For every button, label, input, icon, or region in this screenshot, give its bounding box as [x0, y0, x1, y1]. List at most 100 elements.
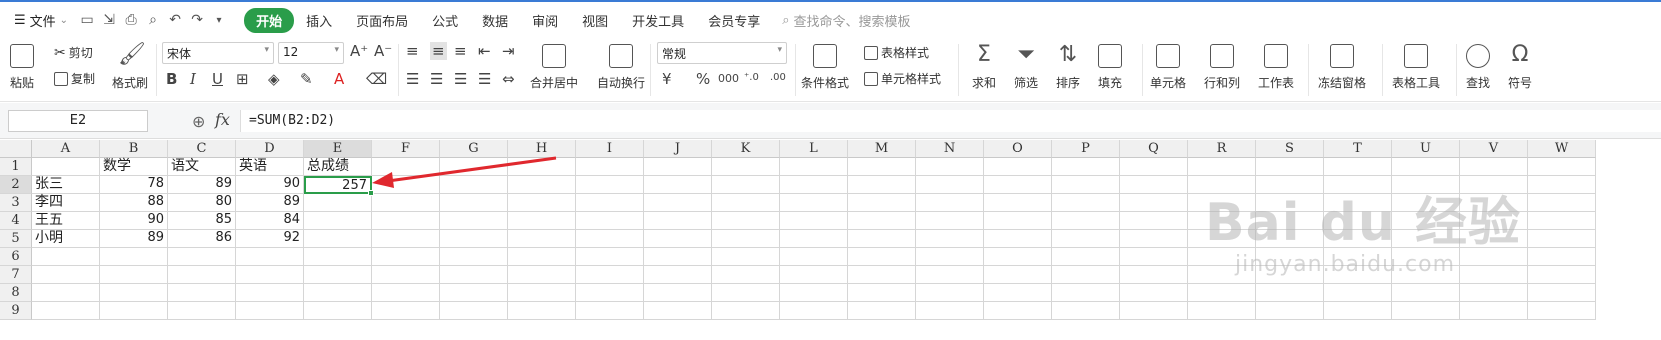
distribute-icon[interactable]: ⇔ [502, 70, 515, 88]
cell-n6[interactable] [916, 248, 984, 266]
cell-o9[interactable] [984, 302, 1052, 320]
cell-o5[interactable] [984, 230, 1052, 248]
sum-button[interactable]: Σ 求和 [972, 38, 996, 91]
cell-e8[interactable] [304, 284, 372, 302]
cell-a3[interactable]: 李四 [32, 194, 100, 212]
name-box[interactable]: E2 [8, 110, 148, 132]
table-tools-button[interactable]: 表格工具 [1392, 38, 1440, 91]
sort-button[interactable]: ⇅ 排序 [1056, 38, 1080, 91]
tab-insert[interactable]: 插入 [294, 11, 344, 30]
cell-p2[interactable] [1052, 176, 1120, 194]
cell-i1[interactable] [576, 158, 644, 176]
cell-q1[interactable] [1120, 158, 1188, 176]
cell-g9[interactable] [440, 302, 508, 320]
cell-w8[interactable] [1528, 284, 1596, 302]
cell-m8[interactable] [848, 284, 916, 302]
print-icon[interactable]: ⎙ [120, 9, 142, 31]
cell-g4[interactable] [440, 212, 508, 230]
save-icon[interactable]: ▭ [76, 9, 98, 31]
cell-w2[interactable] [1528, 176, 1596, 194]
column-header-t[interactable]: T [1324, 140, 1392, 158]
cell-h5[interactable] [508, 230, 576, 248]
cell-i5[interactable] [576, 230, 644, 248]
cell-h3[interactable] [508, 194, 576, 212]
cell-b8[interactable] [100, 284, 168, 302]
column-header-k[interactable]: K [712, 140, 780, 158]
cell-l8[interactable] [780, 284, 848, 302]
cell-m7[interactable] [848, 266, 916, 284]
cell-b9[interactable] [100, 302, 168, 320]
cell-j9[interactable] [644, 302, 712, 320]
cell-q2[interactable] [1120, 176, 1188, 194]
cell-h4[interactable] [508, 212, 576, 230]
column-header-c[interactable]: C [168, 140, 236, 158]
cell-p5[interactable] [1052, 230, 1120, 248]
undo-icon[interactable]: ↶ [164, 9, 186, 31]
cell-g3[interactable] [440, 194, 508, 212]
column-header-l[interactable]: L [780, 140, 848, 158]
cell-m4[interactable] [848, 212, 916, 230]
conditional-format-button[interactable]: 条件格式 [801, 38, 849, 91]
cell-e6[interactable] [304, 248, 372, 266]
tab-page-layout[interactable]: 页面布局 [344, 11, 420, 30]
tab-formulas[interactable]: 公式 [420, 11, 470, 30]
increase-decimal-icon[interactable]: ⁺.0 [744, 72, 759, 83]
cell-c5[interactable]: 86 [168, 230, 236, 248]
decrease-decimal-icon[interactable]: .00 [770, 72, 786, 83]
increase-font-icon[interactable]: A⁺ [350, 42, 368, 60]
row-col-button[interactable]: 行和列 [1204, 38, 1240, 91]
cell-c7[interactable] [168, 266, 236, 284]
row-header-4[interactable]: 4 [0, 212, 32, 230]
cell-h7[interactable] [508, 266, 576, 284]
cell-m1[interactable] [848, 158, 916, 176]
cell-c6[interactable] [168, 248, 236, 266]
cell-q6[interactable] [1120, 248, 1188, 266]
row-header-7[interactable]: 7 [0, 266, 32, 284]
cell-c2[interactable]: 89 [168, 176, 236, 194]
align-right-icon[interactable]: ☰ [454, 70, 467, 88]
cell-j3[interactable] [644, 194, 712, 212]
table-style-button[interactable]: 表格样式 [864, 44, 929, 61]
column-header-s[interactable]: S [1256, 140, 1324, 158]
cell-r9[interactable] [1188, 302, 1256, 320]
cell-c8[interactable] [168, 284, 236, 302]
worksheet-button[interactable]: 工作表 [1258, 38, 1294, 91]
cell-i8[interactable] [576, 284, 644, 302]
cell-k3[interactable] [712, 194, 780, 212]
cell-d6[interactable] [236, 248, 304, 266]
number-format-select[interactable]: 常规 ▾ [657, 42, 787, 64]
align-center-icon[interactable]: ☰ [430, 70, 443, 88]
symbol-button[interactable]: Ω 符号 [1508, 38, 1532, 91]
file-menu[interactable]: ☰ 文件 ⌄ [0, 11, 76, 30]
cell-t8[interactable] [1324, 284, 1392, 302]
cell-v7[interactable] [1460, 266, 1528, 284]
column-header-b[interactable]: B [100, 140, 168, 158]
row-header-1[interactable]: 1 [0, 158, 32, 176]
cell-q5[interactable] [1120, 230, 1188, 248]
cell-u8[interactable] [1392, 284, 1460, 302]
cell-h8[interactable] [508, 284, 576, 302]
cell-n5[interactable] [916, 230, 984, 248]
cell-m5[interactable] [848, 230, 916, 248]
cell-p8[interactable] [1052, 284, 1120, 302]
cell-d5[interactable]: 92 [236, 230, 304, 248]
cell-a5[interactable]: 小明 [32, 230, 100, 248]
row-header-8[interactable]: 8 [0, 284, 32, 302]
cell-o6[interactable] [984, 248, 1052, 266]
cell-e5[interactable] [304, 230, 372, 248]
row-header-6[interactable]: 6 [0, 248, 32, 266]
cell-l6[interactable] [780, 248, 848, 266]
cell-n2[interactable] [916, 176, 984, 194]
cell-w5[interactable] [1528, 230, 1596, 248]
highlight-icon[interactable]: ✎ [300, 70, 313, 88]
tab-review[interactable]: 审阅 [520, 11, 570, 30]
cell-b2[interactable]: 78 [100, 176, 168, 194]
cell-q3[interactable] [1120, 194, 1188, 212]
cell-t9[interactable] [1324, 302, 1392, 320]
row-header-3[interactable]: 3 [0, 194, 32, 212]
column-header-m[interactable]: M [848, 140, 916, 158]
tab-developer[interactable]: 开发工具 [620, 11, 696, 30]
cell-j2[interactable] [644, 176, 712, 194]
cell-f3[interactable] [372, 194, 440, 212]
clear-format-icon[interactable]: ⌫ [366, 70, 387, 88]
